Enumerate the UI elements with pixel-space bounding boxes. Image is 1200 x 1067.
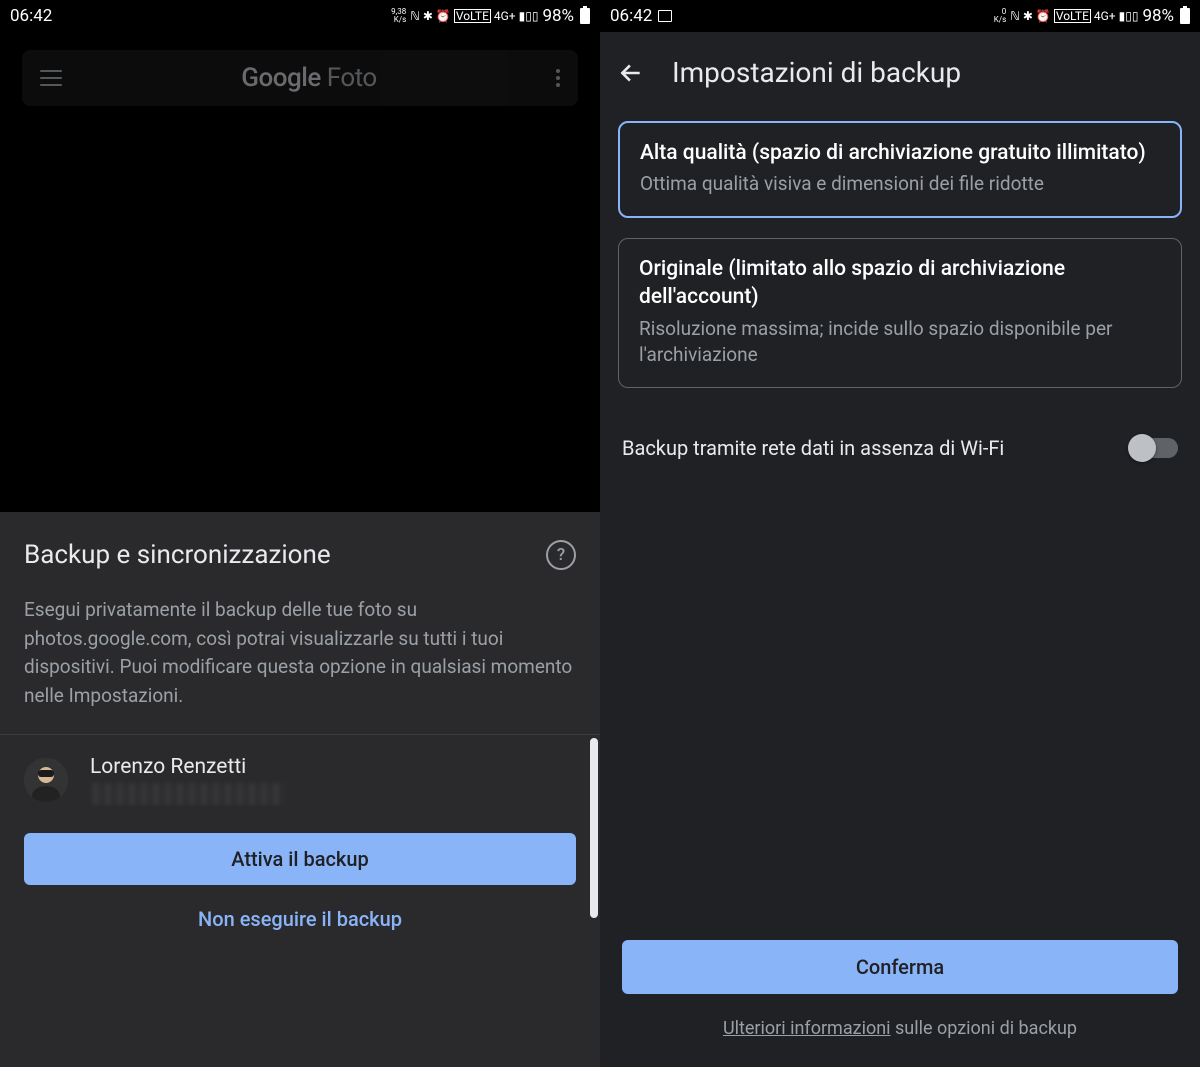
account-name: Lorenzo Renzetti (90, 755, 576, 779)
option-title: Alta qualità (spazio di archiviazione gr… (640, 139, 1160, 167)
volte-icon: VoLTE (454, 9, 491, 23)
alarm-icon: ⏰ (1036, 10, 1051, 22)
screen-backup-settings: 06:42 0 K/s ℕ ✱ ⏰ VoLTE 4G+ ▮▯▯ 98% Impo… (600, 0, 1200, 1067)
status-icons: ℕ ✱ ⏰ VoLTE 4G+ ▮▯▯ (1010, 9, 1138, 23)
signal-icon: ▮▯▯ (1119, 10, 1139, 22)
nfc-icon: ℕ (410, 10, 420, 22)
option-original[interactable]: Originale (limitato allo spazio di archi… (618, 238, 1182, 388)
scrollbar[interactable] (590, 738, 598, 918)
account-row[interactable]: Lorenzo Renzetti (0, 735, 600, 823)
bluetooth-icon: ✱ (1023, 10, 1033, 22)
more-icon[interactable] (556, 69, 560, 87)
gallery-notification-icon (658, 10, 672, 22)
google-foto-top: Google Foto (0, 32, 600, 512)
app-title: Google Foto (62, 63, 556, 93)
option-subtitle: Risoluzione massima; incide sullo spazio… (639, 316, 1161, 369)
status-kps: 0 K/s (994, 8, 1006, 24)
screen-google-foto: 06:42 9,38 K/s ℕ ✱ ⏰ VoLTE 4G+ ▮▯▯ 98% G… (0, 0, 600, 1067)
status-bar: 06:42 0 K/s ℕ ✱ ⏰ VoLTE 4G+ ▮▯▯ 98% (600, 0, 1200, 32)
signal-icon: ▮▯▯ (519, 10, 539, 22)
settings-title: Impostazioni di backup (672, 56, 961, 89)
footer-link[interactable]: Ulteriori informazioni sulle opzioni di … (600, 1018, 1200, 1039)
sheet-description: Esegui privatamente il backup delle tue … (0, 578, 600, 734)
settings-header: Impostazioni di backup (600, 32, 1200, 111)
status-time: 06:42 (610, 6, 652, 26)
backup-sync-sheet: Backup e sincronizzazione ? Esegui priva… (0, 512, 600, 1067)
avatar (24, 758, 68, 802)
nfc-icon: ℕ (1010, 10, 1020, 22)
mobile-data-toggle-row: Backup tramite rete dati in assenza di W… (600, 398, 1200, 480)
status-time: 06:42 (10, 6, 52, 26)
skip-backup-button[interactable]: Non eseguire il backup (24, 907, 576, 931)
mobile-data-switch[interactable] (1130, 438, 1178, 458)
bottom-block: Conferma Ulteriori informazioni sulle op… (600, 940, 1200, 1067)
sheet-title: Backup e sincronizzazione (24, 540, 331, 570)
help-icon[interactable]: ? (546, 540, 576, 570)
app-bar[interactable]: Google Foto (22, 50, 578, 106)
hamburger-icon[interactable] (40, 70, 62, 86)
battery-percent: 98% (1142, 6, 1174, 26)
status-bar: 06:42 9,38 K/s ℕ ✱ ⏰ VoLTE 4G+ ▮▯▯ 98% (0, 0, 600, 32)
confirm-button[interactable]: Conferma (622, 940, 1178, 994)
enable-backup-button[interactable]: Attiva il backup (24, 833, 576, 885)
option-high-quality[interactable]: Alta qualità (spazio di archiviazione gr… (618, 121, 1182, 218)
footer-link-rest: sulle opzioni di backup (891, 1018, 1078, 1039)
network-4g-icon: 4G+ (494, 10, 516, 22)
account-email-redacted (90, 783, 285, 805)
network-4g-icon: 4G+ (1094, 10, 1116, 22)
toggle-label: Backup tramite rete dati in assenza di W… (622, 436, 1130, 460)
alarm-icon: ⏰ (436, 10, 451, 22)
battery-percent: 98% (542, 6, 574, 26)
option-title: Originale (limitato allo spazio di archi… (639, 255, 1161, 312)
battery-icon (580, 8, 590, 24)
back-arrow-icon[interactable] (618, 60, 644, 86)
footer-link-underline[interactable]: Ulteriori informazioni (723, 1018, 891, 1039)
status-icons: ℕ ✱ ⏰ VoLTE 4G+ ▮▯▯ (410, 9, 538, 23)
switch-thumb (1128, 434, 1156, 462)
battery-icon (1180, 8, 1190, 24)
volte-icon: VoLTE (1054, 9, 1091, 23)
option-subtitle: Ottima qualità visiva e dimensioni dei f… (640, 171, 1160, 198)
bluetooth-icon: ✱ (423, 10, 433, 22)
status-kps: 9,38 K/s (391, 8, 406, 24)
